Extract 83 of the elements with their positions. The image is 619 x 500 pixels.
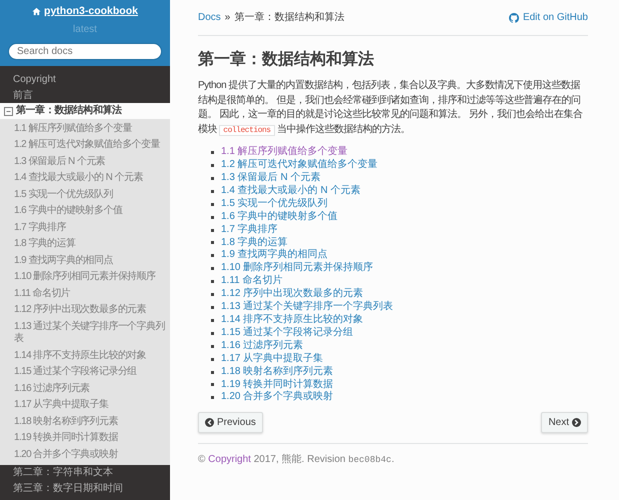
sidebar-subitem[interactable]: 1.16 过滤序列元素 [0, 380, 170, 398]
home-icon [32, 7, 42, 16]
copyright-link[interactable]: Copyright [208, 454, 251, 466]
github-icon [508, 12, 519, 22]
sidebar-subitem[interactable]: 1.10 删除序列相同元素并保持顺序 [0, 269, 170, 286]
toc-link[interactable]: 1.8 字典的运算 [221, 236, 288, 250]
bullet-icon [211, 190, 214, 193]
toc-link[interactable]: 1.1 解压序列赋值给多个变量 [221, 146, 348, 160]
toc-link[interactable]: 1.3 保留最后 N 个元素 [221, 172, 320, 185]
breadcrumb-link[interactable]: Docs [198, 10, 221, 25]
sidebar-subitem[interactable]: 1.11 命名切片 [0, 286, 170, 302]
toc-link[interactable]: 1.13 通过某个关键字排序一个字典列表 [221, 301, 394, 314]
sidebar-subitem[interactable]: 1.17 从字典中提取子集 [0, 397, 170, 414]
toc-link[interactable]: 1.9 查找两字典的相同点 [221, 249, 328, 262]
toc-link[interactable]: 1.4 查找最大或最小的 N 个元素 [221, 184, 360, 198]
bullet-icon [211, 332, 214, 335]
bullet-icon [211, 280, 214, 284]
bullet-icon [211, 241, 214, 244]
previous-button[interactable]: Previous [198, 412, 263, 434]
toc-link[interactable]: 1.5 实现一个优先级队列 [221, 198, 328, 211]
bullet-icon [211, 306, 214, 310]
sidebar-subitem[interactable]: 1.19 转换并同时计算数据 [0, 430, 170, 447]
sidebar-subitem[interactable]: 1.6 字典中的键映射多个值 [0, 203, 170, 220]
toc-link[interactable]: 1.19 转换并同时计算数据 [221, 378, 334, 392]
bullet-icon [211, 176, 214, 180]
toc-link[interactable]: 1.10 删除序列相同元素并保持顺序 [221, 262, 374, 276]
bullet-icon [211, 216, 214, 219]
sidebar-subitem[interactable]: 1.2 解压可迭代对象赋值给多个变量 [0, 137, 170, 154]
sidebar-subitem[interactable]: 1.1 解压序列赋值给多个变量 [0, 120, 170, 138]
breadcrumb-separator: » [224, 11, 230, 25]
sidebar-item[interactable]: 第二章：字符串和文本 [0, 465, 170, 481]
arrow-right-icon [572, 418, 581, 428]
toc-link[interactable]: 1.14 排序不支持原生比较的对象 [221, 314, 364, 327]
sidebar-subitem[interactable]: 1.18 映射名称到序列元素 [0, 414, 170, 430]
sidebar-subitem[interactable]: 1.4 查找最大或最小的 N 个元素 [0, 170, 170, 187]
bullet-icon [211, 396, 214, 400]
toc-link[interactable]: 1.18 映射名称到序列元素 [221, 366, 334, 378]
bullet-icon [211, 267, 214, 270]
sidebar-subitem[interactable]: 1.9 查找两字典的相同点 [0, 252, 170, 270]
breadcrumb-current: 第一章：数据结构和算法 [234, 10, 344, 25]
sidebar-subitem[interactable]: 1.5 实现一个优先级队列 [0, 186, 170, 204]
bullet-icon [211, 164, 214, 168]
toc-link[interactable]: 1.2 解压可迭代对象赋值给多个变量 [221, 159, 378, 172]
page-heading: 第一章：数据结构和算法 [198, 50, 375, 70]
search-field[interactable]: Search docs [8, 43, 162, 60]
bullet-icon [211, 293, 214, 296]
sidebar-subitem[interactable]: 1.8 字典的运算 [0, 236, 170, 253]
project-home-link[interactable]: python3-cookbook [32, 4, 138, 20]
footer-text: © Copyright 2017, 熊能. Revision bec08b4c. [198, 443, 588, 468]
intro-paragraph: Python 提供了大量的内置数据结构，包括列表，集合以及字典。大多数情况下使用这些数据结构是很简单的。 但是，我们也会经常碰到到诸如查询，排序和过滤等等这些普遍存在的问题。 因此，这一章的目的就是讨论这些比较常见的问题和算法。 另外，我们也会给出在集合模块 collections 当中操作这些数据结构的方法。 [198, 79, 584, 138]
bullet-icon [211, 318, 214, 322]
arrow-left-icon [205, 418, 214, 428]
sidebar-subitem[interactable]: 1.13 通过某个关键字排序一个字典列表 [0, 318, 170, 348]
toc-link[interactable]: 1.7 字典排序 [221, 224, 278, 237]
bullet-icon [211, 370, 214, 374]
sidebar-subitem[interactable]: 1.12 序列中出现次数最多的元素 [0, 302, 170, 319]
bullet-icon [211, 202, 214, 206]
sidebar-item[interactable]: Copyright [0, 72, 170, 88]
sidebar-subitem[interactable]: 1.15 通过某个字段将记录分组 [0, 364, 170, 381]
bullet-icon [211, 358, 214, 361]
toc-link[interactable]: 1.17 从字典中提取子集 [221, 352, 324, 366]
sidebar-subitem[interactable]: 1.7 字典排序 [0, 220, 170, 236]
sidebar-subitem[interactable]: 1.3 保留最后 N 个元素 [0, 154, 170, 170]
edit-on-github-link[interactable]: Edit on GitHub [508, 10, 588, 25]
bullet-icon [211, 344, 214, 348]
bullet-icon [211, 383, 214, 386]
toc-link[interactable]: 1.20 合并多个字典或映射 [221, 391, 334, 404]
bullet-icon [211, 254, 214, 258]
collapse-icon [4, 106, 13, 116]
toc-link[interactable]: 1.11 命名切片 [221, 275, 282, 288]
toc-link[interactable]: 1.15 通过某个字段将记录分组 [221, 326, 354, 340]
toc-link[interactable]: 1.12 序列中出现次数最多的元素 [221, 288, 364, 302]
sidebar-item[interactable]: 第一章：数据结构和算法 [0, 103, 170, 119]
bullet-icon [211, 228, 214, 232]
next-button[interactable]: Next [541, 412, 588, 434]
sidebar-item[interactable]: 前言 [0, 88, 170, 104]
toc-link[interactable]: 1.6 字典中的键映射多个值 [221, 210, 338, 224]
version-label: latest [73, 23, 97, 38]
sidebar-subitem[interactable]: 1.14 排序不支持原生比较的对象 [0, 348, 170, 364]
bullet-icon [211, 151, 214, 154]
sidebar-item[interactable]: 第三章：数字日期和时间 [0, 480, 170, 496]
toc-link[interactable]: 1.16 过滤序列元素 [221, 340, 304, 353]
sidebar-subitem[interactable]: 1.20 合并多个字典或映射 [0, 446, 170, 464]
